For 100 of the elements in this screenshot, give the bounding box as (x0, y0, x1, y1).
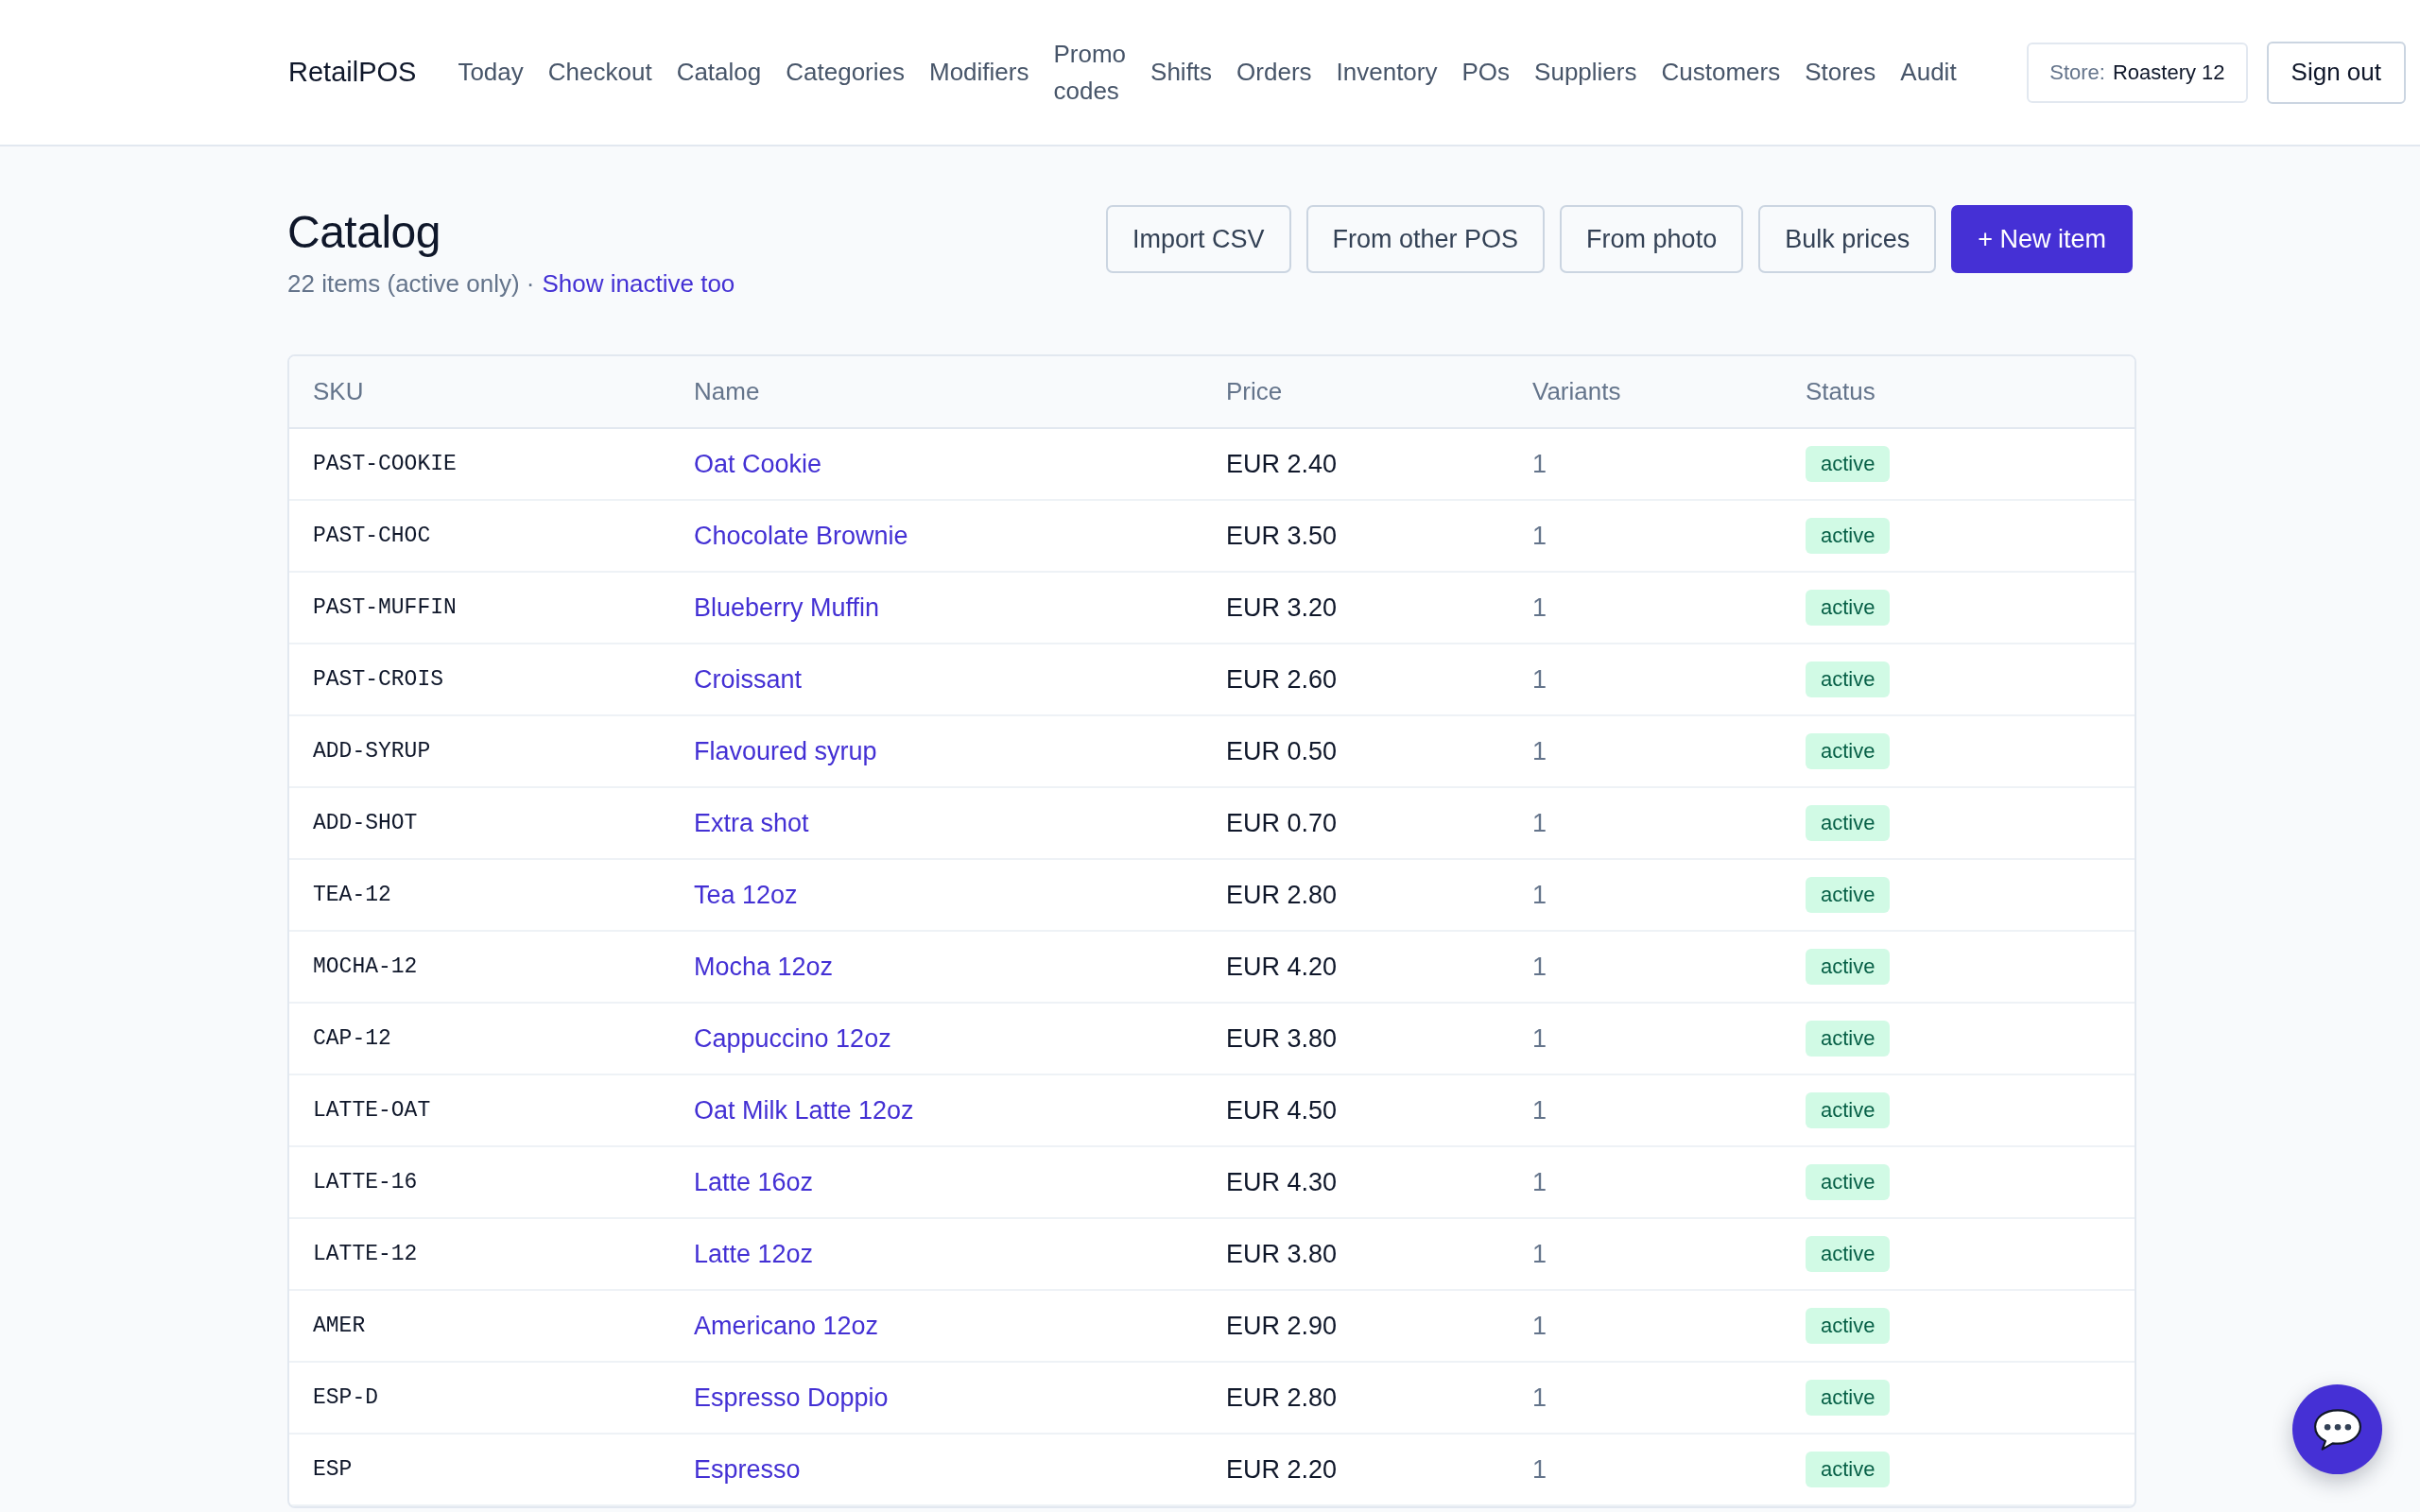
column-header: Price (1226, 377, 1283, 405)
variant-count-text: 1 (1532, 1454, 1547, 1484)
variant-count-text: 1 (1532, 1023, 1547, 1053)
column-header: SKU (313, 377, 364, 405)
price-text: EUR 3.80 (1226, 1239, 1338, 1268)
column-header: Name (694, 377, 760, 405)
status-badge: active (1806, 446, 1891, 482)
item-name-link[interactable]: Croissant (694, 664, 803, 694)
nav-link[interactable]: Stores (1805, 54, 1876, 91)
nav-link[interactable]: Shifts (1150, 54, 1213, 91)
status-badge: active (1806, 1092, 1891, 1128)
nav-link[interactable]: Suppliers (1534, 54, 1637, 91)
nav-link[interactable]: Inventory (1336, 54, 1438, 91)
item-name-link[interactable]: Oat Cookie (694, 449, 822, 478)
status-badge: active (1806, 949, 1891, 985)
price-text: EUR 2.90 (1226, 1311, 1338, 1340)
status-badge: active (1806, 1236, 1891, 1272)
item-name-link[interactable]: Cappuccino 12oz (694, 1023, 891, 1053)
variant-count-text: 1 (1532, 736, 1547, 765)
price-text: EUR 0.50 (1226, 736, 1338, 765)
sku-text: AMER (313, 1314, 366, 1338)
sku-text: ESP-D (313, 1385, 378, 1410)
sku-text: LATTE-OAT (313, 1098, 431, 1123)
price-text: EUR 4.50 (1226, 1095, 1338, 1125)
item-name-link[interactable]: Latte 16oz (694, 1167, 814, 1196)
store-select[interactable]: Store: Roastery 12 (2027, 42, 2248, 103)
sku-text: CAP-12 (313, 1026, 391, 1051)
nav-link[interactable]: Today (458, 54, 524, 91)
item-name-link[interactable]: Tea 12oz (694, 880, 798, 909)
item-name-link[interactable]: Americano 12oz (694, 1311, 879, 1340)
status-badge: active (1806, 1452, 1891, 1487)
status-badge: active (1806, 1308, 1891, 1344)
status-badge: active (1806, 1164, 1891, 1200)
sign-out-button[interactable]: Sign out (2266, 41, 2406, 104)
variant-count-text: 1 (1532, 664, 1547, 694)
variant-count-text: 1 (1532, 1167, 1547, 1196)
item-name-link[interactable]: Flavoured syrup (694, 736, 877, 765)
sku-text: LATTE-12 (313, 1242, 418, 1266)
price-text: EUR 3.50 (1226, 521, 1338, 550)
item-name-link[interactable]: Espresso (694, 1454, 801, 1484)
status-badge: active (1806, 590, 1891, 626)
column-header: Status (1806, 377, 1876, 405)
new-item-button[interactable]: + New item (1951, 205, 2133, 273)
price-text: EUR 2.80 (1226, 1383, 1338, 1412)
price-text: EUR 2.60 (1226, 664, 1338, 694)
variant-count-text: 1 (1532, 593, 1547, 622)
price-text: EUR 0.70 (1226, 808, 1338, 837)
price-text: EUR 4.20 (1226, 952, 1338, 981)
status-badge: active (1806, 1380, 1891, 1416)
sku-text: PAST-COOKIE (313, 452, 457, 476)
page-title: Catalog (287, 206, 441, 259)
nav-link[interactable]: Orders (1236, 54, 1312, 91)
variant-count-text: 1 (1532, 1311, 1547, 1340)
sku-text: ESP (313, 1457, 353, 1482)
variant-count-text: 1 (1532, 1383, 1547, 1412)
item-name-link[interactable]: Extra shot (694, 808, 809, 837)
action-button[interactable]: Import CSV (1106, 205, 1291, 273)
sku-text: PAST-MUFFIN (313, 595, 457, 620)
item-name-link[interactable]: Blueberry Muffin (694, 593, 880, 622)
sku-text: MOCHA-12 (313, 954, 418, 979)
variant-count-text: 1 (1532, 952, 1547, 981)
variant-count-text: 1 (1532, 1095, 1547, 1125)
app-name: RetailPOS (288, 57, 417, 88)
chat-button[interactable] (2292, 1384, 2382, 1474)
item-name-link[interactable]: Oat Milk Latte 12oz (694, 1095, 914, 1125)
price-text: EUR 3.20 (1226, 593, 1338, 622)
price-text: EUR 2.80 (1226, 880, 1338, 909)
nav-link[interactable]: Checkout (547, 54, 652, 91)
variant-count-text: 1 (1532, 1239, 1547, 1268)
variant-count-text: 1 (1532, 521, 1547, 550)
variant-count-text: 1 (1532, 808, 1547, 837)
status-badge: active (1806, 1021, 1891, 1057)
item-name-link[interactable]: Chocolate Brownie (694, 521, 908, 550)
status-badge: active (1806, 518, 1891, 554)
status-badge: active (1806, 877, 1891, 913)
status-badge: active (1806, 805, 1891, 841)
sku-text: ADD-SYRUP (313, 739, 431, 764)
nav-link[interactable]: Categories (786, 54, 905, 91)
nav-link[interactable]: Customers (1661, 54, 1781, 91)
item-name-link[interactable]: Mocha 12oz (694, 952, 834, 981)
item-count-text: 22 items (active only) · (287, 269, 535, 298)
sku-text: PAST-CROIS (313, 667, 444, 692)
nav-link[interactable]: Catalog (676, 54, 762, 91)
action-button[interactable]: Bulk prices (1758, 205, 1937, 273)
item-name-link[interactable]: Espresso Doppio (694, 1383, 889, 1412)
sku-text: PAST-CHOC (313, 524, 431, 548)
action-button[interactable]: From photo (1560, 205, 1744, 273)
sku-text: ADD-SHOT (313, 811, 418, 835)
sku-text: LATTE-16 (313, 1170, 418, 1194)
action-button[interactable]: From other POS (1305, 205, 1546, 273)
nav-link[interactable]: POs (1461, 54, 1511, 91)
nav-link[interactable]: Modifiers (929, 54, 1029, 91)
item-name-link[interactable]: Latte 12oz (694, 1239, 814, 1268)
nav-link[interactable]: Promo codes (1053, 35, 1127, 110)
nav-link[interactable]: Audit (1900, 54, 1957, 91)
price-text: EUR 3.80 (1226, 1023, 1338, 1053)
price-text: EUR 4.30 (1226, 1167, 1338, 1196)
price-text: EUR 2.40 (1226, 449, 1338, 478)
variant-count-text: 1 (1532, 880, 1547, 909)
status-badge: active (1806, 733, 1891, 769)
